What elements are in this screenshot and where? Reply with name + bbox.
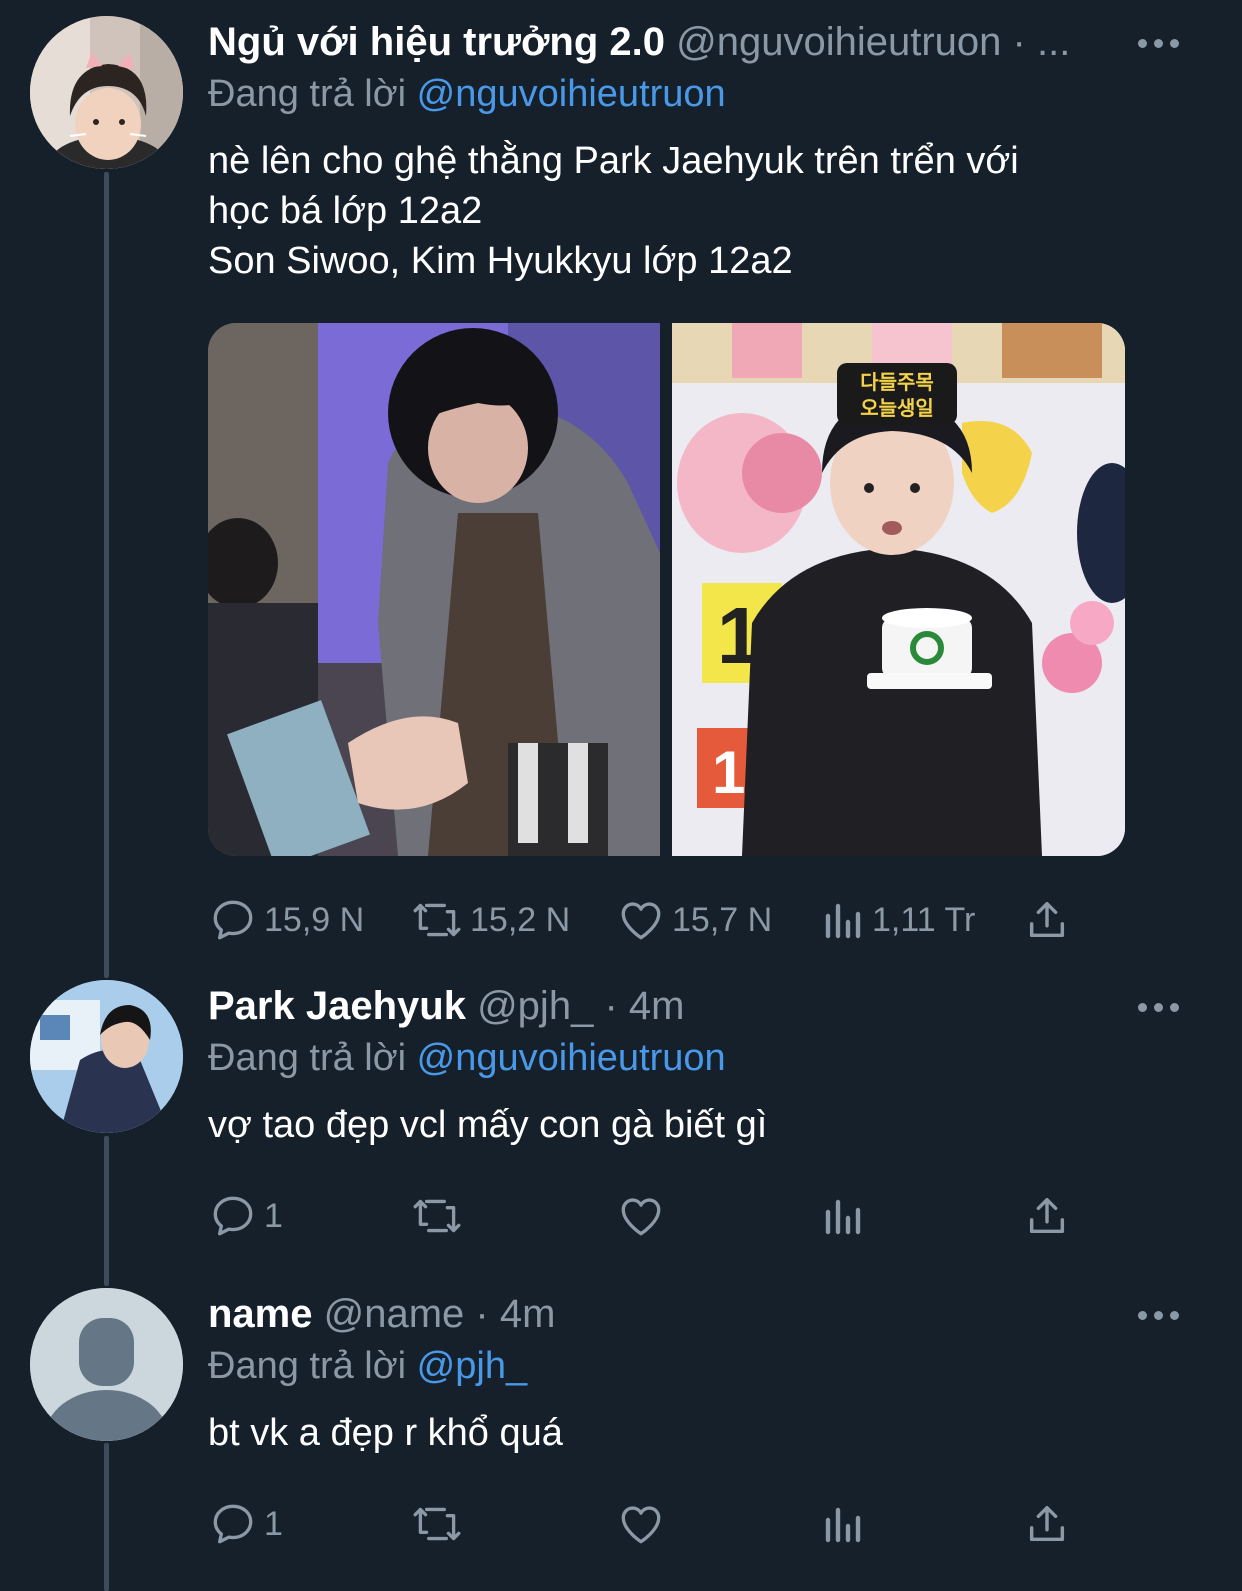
display-name[interactable]: name: [208, 1292, 313, 1336]
tweet-text: vợ tao đẹp vcl mấy con gà biết gì: [208, 1104, 768, 1146]
retweet-button[interactable]: [410, 1494, 464, 1554]
tweet-header: name @name · 4m: [208, 1288, 1202, 1340]
retweet-icon: [413, 903, 461, 937]
retweet-count: 15,2 N: [470, 900, 571, 939]
share-icon: [1029, 1505, 1065, 1542]
media-photo-left[interactable]: [208, 323, 660, 856]
reply-prefix: Đang trả lời: [208, 1037, 407, 1079]
tweet-text: nè lên cho ghệ thằng Park Jaehyuk trên t…: [208, 140, 1019, 282]
share-button[interactable]: [1024, 1186, 1070, 1246]
share-button[interactable]: [1024, 1494, 1070, 1554]
like-count: 15,7 N: [672, 900, 773, 939]
share-icon: [1029, 1197, 1065, 1234]
tweet-media[interactable]: 1 1 다들주목 오늘생일: [208, 323, 1125, 856]
reply-prefix: Đang trả lời: [208, 1345, 407, 1387]
svg-text:1: 1: [712, 739, 745, 806]
reply-to-link[interactable]: @nguvoihieutruon: [417, 1037, 726, 1079]
handle[interactable]: @pjh_: [477, 984, 593, 1028]
display-name[interactable]: Park Jaehyuk: [208, 984, 466, 1028]
timestamp[interactable]: · ...: [1013, 20, 1071, 64]
like-icon: [621, 1198, 661, 1236]
tweet-actions: 15,9 N 15,2 N 15,7 N 1,11 Tr: [208, 890, 1088, 950]
tweet[interactable]: name @name · 4m Đang trả lời @pjh_ bt vk…: [0, 1288, 1242, 1591]
views-icon: [825, 1199, 861, 1235]
reply-count: 15,9 N: [264, 900, 365, 939]
reply-icon: [213, 1196, 253, 1236]
reply-prefix: Đang trả lời: [208, 73, 407, 115]
retweet-icon: [413, 1507, 461, 1541]
reply-button[interactable]: 15,9 N: [208, 890, 364, 950]
avatar[interactable]: [30, 16, 183, 169]
reply-button[interactable]: 1: [208, 1494, 283, 1554]
avatar[interactable]: [30, 980, 183, 1133]
tweet-actions: 1: [208, 1494, 1088, 1554]
reply-icon: [213, 900, 253, 940]
reply-context: Đang trả lời @nguvoihieutruon: [208, 1032, 1202, 1084]
views-button[interactable]: 1,11 Tr: [822, 890, 975, 950]
handle[interactable]: @nguvoihieutruon: [676, 20, 1001, 64]
like-button[interactable]: [616, 1186, 666, 1246]
sign-text-1: 다들주목: [860, 370, 934, 394]
media-photo-right[interactable]: 1 1 다들주목 오늘생일: [672, 323, 1125, 856]
retweet-button[interactable]: 15,2 N: [410, 890, 570, 950]
reply-to-link[interactable]: @nguvoihieutruon: [417, 73, 726, 115]
views-button[interactable]: [822, 1494, 866, 1554]
timestamp[interactable]: · 4m: [475, 1292, 555, 1336]
share-button[interactable]: [1024, 890, 1070, 950]
handle[interactable]: @name: [324, 1292, 465, 1336]
reply-to-link[interactable]: @pjh_: [417, 1345, 527, 1387]
reply-context: Đang trả lời @nguvoihieutruon: [208, 68, 1202, 120]
share-icon: [1029, 901, 1065, 938]
reply-button[interactable]: 1: [208, 1186, 283, 1246]
tweet-text: bt vk a đẹp r khổ quá: [208, 1412, 563, 1454]
tweet-actions: 1: [208, 1186, 1088, 1246]
tweet-header: Park Jaehyuk @pjh_ · 4m: [208, 980, 1202, 1032]
tweet[interactable]: Park Jaehyuk @pjh_ · 4m Đang trả lời @ng…: [0, 980, 1242, 1286]
default-avatar-icon: [30, 1288, 183, 1441]
reply-count: 1: [264, 1504, 283, 1543]
tweet-header: Ngủ với hiệu trưởng 2.0 @nguvoihieutruon…: [208, 16, 1202, 68]
views-button[interactable]: [822, 1186, 866, 1246]
reply-count: 1: [264, 1196, 283, 1235]
views-icon: [825, 1507, 861, 1543]
avatar[interactable]: [30, 1288, 183, 1441]
reply-context: Đang trả lời @pjh_: [208, 1340, 1202, 1392]
retweet-button[interactable]: [410, 1186, 464, 1246]
retweet-icon: [413, 1199, 461, 1233]
like-button[interactable]: [616, 1494, 666, 1554]
views-icon: [825, 903, 861, 939]
like-icon: [621, 902, 661, 940]
tweet[interactable]: Ngủ với hiệu trưởng 2.0 @nguvoihieutruon…: [0, 0, 1242, 980]
reply-icon: [213, 1504, 253, 1544]
like-button[interactable]: 15,7 N: [616, 890, 772, 950]
views-count: 1,11 Tr: [872, 900, 976, 939]
like-icon: [621, 1506, 661, 1544]
sign-text-2: 오늘생일: [860, 396, 934, 420]
timestamp[interactable]: · 4m: [604, 984, 684, 1028]
display-name[interactable]: Ngủ với hiệu trưởng 2.0: [208, 20, 665, 64]
